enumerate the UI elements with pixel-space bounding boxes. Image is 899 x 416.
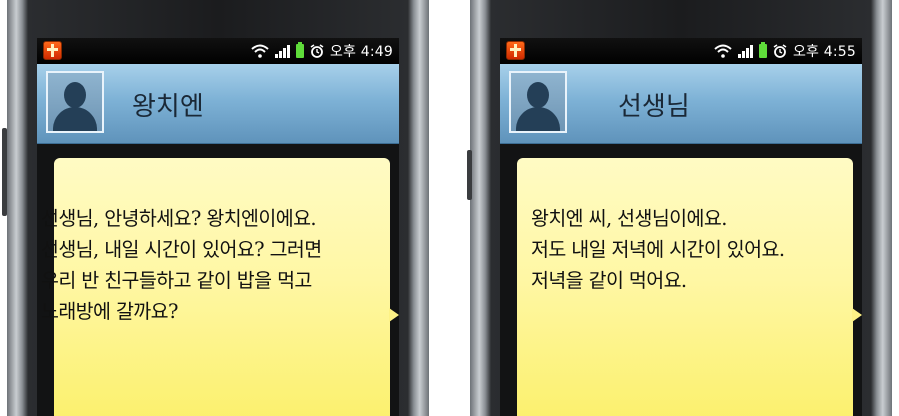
contact-header: 왕치엔	[37, 64, 399, 144]
contact-name: 선생님	[618, 92, 690, 122]
message-line: 저녁을 같이 먹어요.	[531, 269, 687, 292]
message-line: 우리 반 친구들하고 같이 밥을 먹고	[41, 269, 312, 292]
battery-icon	[295, 42, 304, 58]
alarm-icon	[310, 44, 324, 58]
status-bar: 오후 4:55	[500, 38, 862, 64]
message-bubble: 왕치엔 씨, 선생님이에요. 저도 내일 저녁에 시간이 있어요. 저녁을 같이…	[517, 158, 862, 416]
status-bar: 오후 4:49	[37, 38, 399, 64]
phone-right: 오후 4:55 선생님 왕치엔 씨, 선생님이에요. 저도 내일 저녁에 시간이…	[467, 0, 892, 416]
alarm-icon	[773, 44, 787, 58]
volume-button[interactable]	[2, 128, 7, 216]
side-button[interactable]	[467, 150, 472, 200]
contact-name: 왕치엔	[132, 92, 204, 122]
phone-screen: 오후 4:49 왕치엔 선생님, 안녕하세요? 왕치엔이에요. 선생님, 내일 …	[37, 38, 399, 416]
message-text: 선생님, 안녕하세요? 왕치엔이에요. 선생님, 내일 시간이 있어요? 그러면…	[41, 203, 322, 327]
message-line: 선생님, 내일 시간이 있어요? 그러면	[41, 238, 322, 261]
avatar[interactable]	[509, 71, 567, 133]
bubble-tail	[389, 308, 399, 322]
message-line: 선생님, 안녕하세요? 왕치엔이에요.	[41, 207, 317, 230]
message-line: 저도 내일 저녁에 시간이 있어요.	[531, 238, 785, 261]
phone-left: 오후 4:49 왕치엔 선생님, 안녕하세요? 왕치엔이에요. 선생님, 내일 …	[2, 0, 429, 416]
message-line: 왕치엔 씨, 선생님이에요.	[531, 207, 727, 230]
wifi-icon	[714, 44, 732, 58]
bubble-tail	[852, 308, 862, 322]
message-line: 노래방에 갈까요?	[41, 300, 178, 323]
contact-header: 선생님	[500, 64, 862, 144]
message-bubble: 선생님, 안녕하세요? 왕치엔이에요. 선생님, 내일 시간이 있어요? 그러면…	[41, 158, 399, 416]
app-bible-icon[interactable]	[43, 41, 62, 60]
signal-icon	[274, 44, 290, 58]
signal-icon	[737, 44, 753, 58]
avatar[interactable]	[46, 71, 104, 133]
message-text: 왕치엔 씨, 선생님이에요. 저도 내일 저녁에 시간이 있어요. 저녁을 같이…	[531, 203, 785, 296]
phone-screen: 오후 4:55 선생님 왕치엔 씨, 선생님이에요. 저도 내일 저녁에 시간이…	[500, 38, 862, 416]
wifi-icon	[251, 44, 269, 58]
status-time: 오후 4:55	[792, 44, 856, 60]
app-bible-icon[interactable]	[506, 41, 525, 60]
status-time: 오후 4:49	[329, 44, 393, 60]
battery-icon	[758, 42, 767, 58]
